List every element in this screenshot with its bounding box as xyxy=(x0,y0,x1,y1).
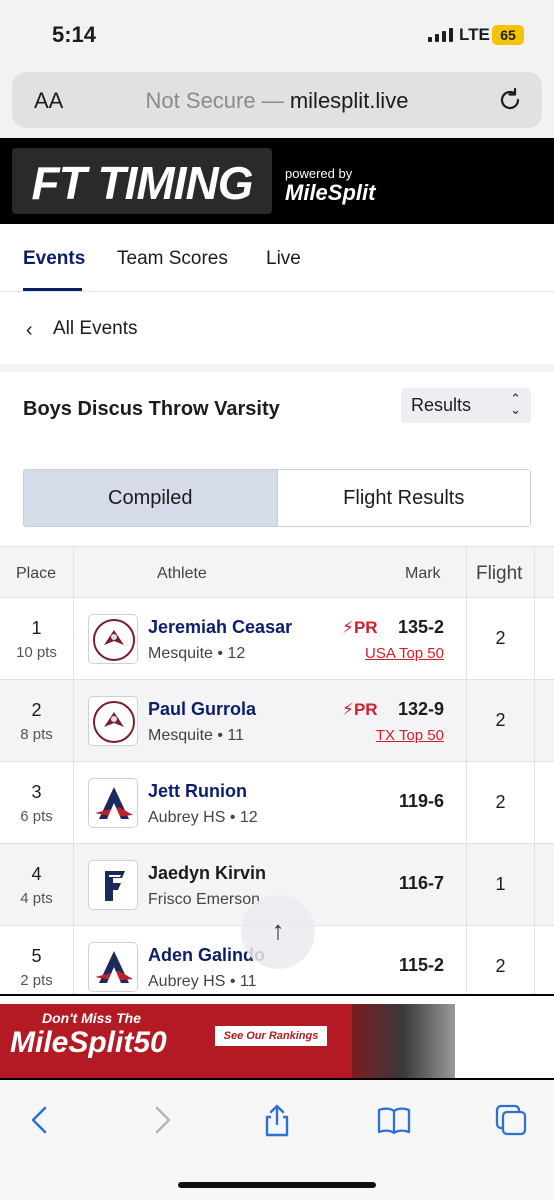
athlete-mark: 115-2 xyxy=(398,955,444,975)
mesquite-logo-icon xyxy=(88,614,138,664)
ft-timing-logo[interactable]: FT TIMING xyxy=(12,148,272,214)
ranking-link[interactable]: TX Top 50 xyxy=(376,727,444,744)
athlete-flight: 2 xyxy=(495,956,506,976)
header-mark: Mark xyxy=(405,565,441,582)
row-points: 10 pts xyxy=(16,644,57,661)
back-icon[interactable] xyxy=(23,1102,59,1138)
section-divider xyxy=(0,364,554,372)
row-points: 8 pts xyxy=(20,726,53,743)
ranking-link[interactable]: USA Top 50 xyxy=(365,645,444,662)
segment-flight-results[interactable]: Flight Results xyxy=(276,470,530,526)
athlete-mark: 119-6 xyxy=(398,791,444,811)
row-place: 5 xyxy=(31,946,42,966)
athlete-mark: 132-9 xyxy=(397,699,444,719)
header-athlete: Athlete xyxy=(157,565,207,582)
powered-by-label: powered by xyxy=(285,166,353,181)
header-place: Place xyxy=(16,565,57,582)
table-row[interactable]: 1 10 pts Jeremiah Ceasar Mesquite • 12 ⚡… xyxy=(0,598,554,680)
row-place: 2 xyxy=(31,700,42,720)
table-row[interactable]: 3 6 pts Jett Runion Aubrey HS • 12 119-6… xyxy=(0,762,554,844)
ad-photo xyxy=(352,1004,455,1078)
network-label: LTE xyxy=(459,25,490,44)
pr-badge: ⚡PR xyxy=(342,618,378,637)
chevron-left-icon: ‹ xyxy=(26,319,33,341)
segment-compiled[interactable]: Compiled xyxy=(24,470,277,526)
row-place: 4 xyxy=(31,864,42,884)
athlete-name: Jaedyn Kirvin xyxy=(148,863,267,883)
athlete-flight: 2 xyxy=(495,792,506,812)
tabs-icon[interactable] xyxy=(493,1102,529,1138)
athlete-name-link[interactable]: Paul Gurrola xyxy=(148,699,256,720)
event-title: Boys Discus Throw Varsity xyxy=(23,398,280,420)
main-tabs: Events Team Scores Live xyxy=(0,224,554,292)
view-select-value: Results xyxy=(411,395,472,415)
aubrey-logo-icon xyxy=(88,942,138,992)
signal-icon xyxy=(428,28,453,42)
table-header: Place Athlete Mark Flight xyxy=(0,546,554,598)
row-points: 6 pts xyxy=(20,808,53,825)
status-bar: 5:14 LTE 65 xyxy=(0,0,554,68)
bookmarks-icon[interactable] xyxy=(376,1102,412,1138)
mesquite-logo-icon xyxy=(88,696,138,746)
athlete-flight: 2 xyxy=(495,710,506,730)
table-row[interactable]: 2 8 pts Paul Gurrola Mesquite • 11 ⚡PR 1… xyxy=(0,680,554,762)
aubrey-logo-icon xyxy=(88,778,138,828)
tab-live[interactable]: Live xyxy=(266,248,301,270)
pr-label: PR xyxy=(353,618,378,637)
milesplit-logo: MileSplit xyxy=(285,180,376,205)
site-header: FT TIMING powered by MileSplit xyxy=(0,138,554,224)
all-events-label: All Events xyxy=(53,318,138,339)
ad-brand: MileSplit50 xyxy=(10,1026,167,1059)
athlete-mark: 116-7 xyxy=(398,873,444,893)
view-select[interactable]: Results ⌃ ⌄ xyxy=(401,388,531,423)
row-place: 1 xyxy=(31,618,42,638)
athlete-team: Aubrey HS • 11 xyxy=(148,973,257,990)
row-points: 4 pts xyxy=(20,890,53,907)
forward-icon[interactable] xyxy=(143,1102,179,1138)
pr-badge: ⚡PR xyxy=(342,700,378,719)
tab-events[interactable]: Events xyxy=(23,248,85,270)
ad-banner[interactable]: Don't Miss The MileSplit50 See Our Ranki… xyxy=(0,994,554,1080)
results-segmented-control: Compiled Flight Results xyxy=(23,469,531,527)
athlete-flight: 2 xyxy=(495,628,506,648)
logo-text: FT TIMING xyxy=(31,157,254,209)
not-secure-label: Not Secure xyxy=(145,88,256,113)
row-points: 2 pts xyxy=(20,972,53,989)
url-domain: milesplit.live xyxy=(289,88,409,113)
athlete-name-link[interactable]: Jett Runion xyxy=(148,781,247,802)
athlete-team: Mesquite • 12 xyxy=(148,645,246,662)
status-time: 5:14 xyxy=(52,22,97,47)
ad-headline: Don't Miss The xyxy=(42,1010,141,1026)
athlete-mark: 135-2 xyxy=(397,617,444,637)
browser-chrome: AA Not Secure — milesplit.live xyxy=(0,68,554,138)
frisco-emerson-logo-icon xyxy=(88,860,138,910)
chevron-updown-icon: ⌃ ⌄ xyxy=(510,391,521,417)
pr-label: PR xyxy=(353,700,378,719)
active-tab-indicator xyxy=(23,288,82,291)
home-indicator xyxy=(178,1182,376,1188)
battery-icon: 65 xyxy=(492,25,524,45)
ad-cta-button[interactable]: See Our Rankings xyxy=(215,1026,327,1046)
header-flight: Flight xyxy=(476,563,523,584)
athlete-name-link[interactable]: Jeremiah Ceasar xyxy=(148,617,292,638)
reload-icon[interactable] xyxy=(496,86,524,114)
all-events-link[interactable]: ‹ All Events xyxy=(0,292,554,364)
athlete-team: Aubrey HS • 12 xyxy=(148,809,258,826)
url-separator: — xyxy=(255,88,290,113)
athlete-team: Frisco Emerson xyxy=(148,891,261,908)
url-display[interactable]: Not Secure — milesplit.live xyxy=(12,88,542,114)
address-bar[interactable]: AA Not Secure — milesplit.live xyxy=(12,72,542,128)
scroll-to-top-button[interactable]: ↑ xyxy=(241,895,315,969)
row-place: 3 xyxy=(31,782,42,802)
arrow-up-icon: ↑ xyxy=(271,915,285,945)
share-icon[interactable] xyxy=(259,1102,295,1138)
tab-team-scores[interactable]: Team Scores xyxy=(117,248,228,270)
athlete-flight: 1 xyxy=(495,874,506,894)
athlete-team: Mesquite • 11 xyxy=(148,727,245,744)
